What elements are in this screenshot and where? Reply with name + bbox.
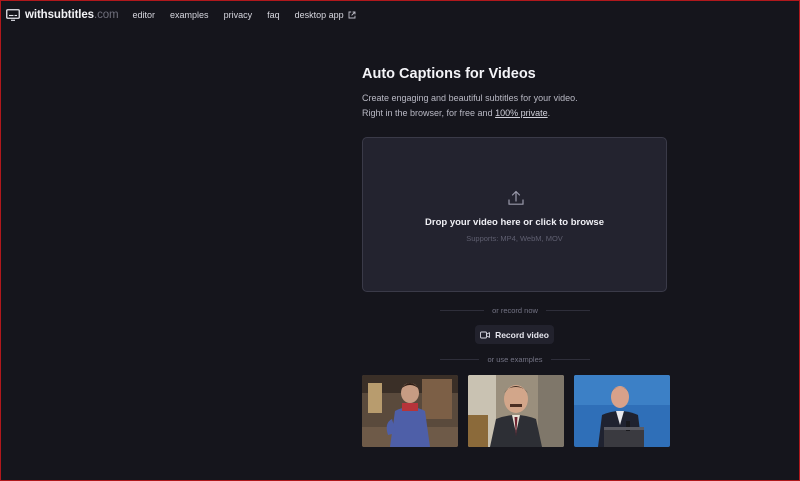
external-link-icon xyxy=(348,11,356,19)
subtitle-line-1: Create engaging and beautiful subtitles … xyxy=(362,93,578,103)
top-nav: withsubtitles.com editor examples privac… xyxy=(6,6,356,24)
record-divider-text: or record now xyxy=(492,306,538,315)
subtitle-line-2: Right in the browser, for free and 100% … xyxy=(362,106,668,121)
example-video-3[interactable] xyxy=(574,375,670,447)
record-video-button[interactable]: Record video xyxy=(475,325,554,344)
nav-link-desktop-app[interactable]: desktop app xyxy=(295,10,356,20)
examples-divider: or use examples xyxy=(440,355,590,364)
nav-link-desktop-app-label: desktop app xyxy=(294,10,344,20)
dropzone-supported-formats: Supports: MP4, WebM, MOV xyxy=(466,234,563,243)
logo-domain-text: .com xyxy=(93,9,119,21)
dropzone-text: Drop your video here or click to browse xyxy=(425,217,604,228)
subtitle-line-2-prefix: Right in the browser, for free and xyxy=(362,108,496,118)
examples-divider-text: or use examples xyxy=(487,355,543,364)
hero: Auto Captions for Videos Create engaging… xyxy=(362,66,668,121)
example-video-1-thumbnail xyxy=(362,375,458,447)
logo-main-text: withsubtitles xyxy=(25,9,94,21)
upload-icon xyxy=(508,190,524,205)
page-title: Auto Captions for Videos xyxy=(362,66,536,82)
subtitle-line-2-suffix: . xyxy=(547,108,551,118)
example-video-1[interactable] xyxy=(362,375,458,447)
example-video-3-thumbnail xyxy=(574,375,670,447)
divider-line xyxy=(550,359,590,360)
example-video-2-thumbnail xyxy=(468,375,564,447)
nav-link-editor[interactable]: editor xyxy=(133,10,156,20)
record-video-label: Record video xyxy=(495,329,549,340)
video-dropzone[interactable]: Drop your video here or click to browse … xyxy=(362,137,667,292)
nav-link-faq[interactable]: faq xyxy=(267,10,280,20)
logo-text: withsubtitles.com xyxy=(25,9,119,21)
divider-line xyxy=(545,310,591,311)
nav-link-examples[interactable]: examples xyxy=(170,10,209,20)
example-video-2[interactable] xyxy=(468,375,564,447)
nav-links: editor examples privacy faq desktop app xyxy=(133,10,356,20)
divider-line xyxy=(440,310,485,311)
divider-line xyxy=(440,359,480,360)
video-camera-icon xyxy=(480,331,491,338)
hero-subtitle: Create engaging and beautiful subtitles … xyxy=(362,91,668,121)
record-divider: or record now xyxy=(440,306,591,315)
subtitle-screen-icon xyxy=(6,9,20,21)
logo[interactable]: withsubtitles.com xyxy=(6,9,119,21)
private-link[interactable]: 100% private xyxy=(495,108,548,118)
nav-link-privacy[interactable]: privacy xyxy=(224,10,253,20)
